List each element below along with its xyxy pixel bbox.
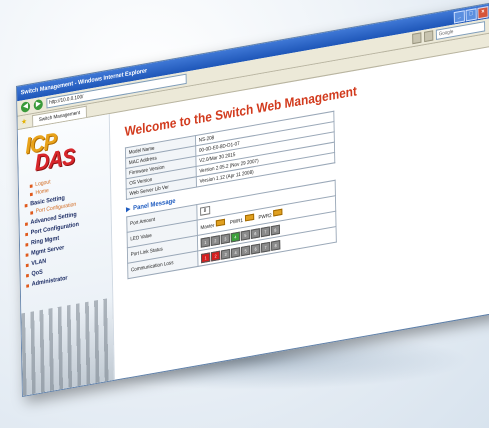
port-indicator: 3 xyxy=(220,232,230,244)
menu-bullet-icon xyxy=(26,283,30,288)
port-indicator: 7 xyxy=(260,225,270,237)
port-indicator: 5 xyxy=(240,229,250,241)
led-light-icon xyxy=(244,213,254,222)
menu-bullet-icon xyxy=(25,232,29,236)
logo-text-das: DAS xyxy=(34,142,75,176)
menu-bullet-icon xyxy=(25,221,28,226)
port-indicator: 3 xyxy=(220,248,231,260)
menu-bullet-icon xyxy=(26,273,29,277)
building-illustration xyxy=(21,297,114,396)
port-indicator: 5 xyxy=(241,244,251,256)
port-indicator: 2 xyxy=(210,250,221,261)
sidebar-item-label: Home xyxy=(35,187,49,197)
refresh-icon[interactable] xyxy=(412,32,422,45)
led-label: PWR2 xyxy=(258,212,272,222)
company-logo: ICP DAS xyxy=(25,127,82,176)
led-indicator: Master xyxy=(200,218,226,232)
led-label: Master xyxy=(200,222,215,232)
section-arrow-icon: ▶ xyxy=(126,206,131,214)
scene: Switch Management - Windows Internet Exp… xyxy=(0,0,489,428)
menu-bullet-icon xyxy=(29,192,33,196)
menu-bullet-icon xyxy=(30,210,34,215)
back-arrow-icon[interactable]: ◀ xyxy=(20,101,31,114)
sidebar-menu: Logout Home Basic Setting Port Configuratio… xyxy=(19,168,112,291)
menu-bullet-icon xyxy=(25,242,29,247)
stop-icon[interactable] xyxy=(424,30,434,43)
sidebar-item-label: QoS xyxy=(31,269,43,278)
port-indicator: 4 xyxy=(230,246,241,258)
menu-bullet-icon xyxy=(25,263,29,267)
port-indicator: 8 xyxy=(271,239,281,251)
port-amount-value: 8 xyxy=(200,205,211,216)
led-light-icon xyxy=(216,218,226,227)
port-indicator: 6 xyxy=(250,227,260,239)
sidebar-item-label: VLAN xyxy=(31,258,47,268)
port-indicator: 6 xyxy=(251,243,261,254)
sidebar: ICP DAS Logout Home Basic Setting Port Conf… xyxy=(17,113,115,396)
port-indicator: 1 xyxy=(200,236,210,248)
port-indicator: 2 xyxy=(210,234,220,246)
led-light-icon xyxy=(273,208,283,217)
led-label: PWR1 xyxy=(229,217,244,227)
minimize-button[interactable]: _ xyxy=(453,9,465,23)
port-indicator: 7 xyxy=(261,241,271,253)
maximize-button[interactable]: □ xyxy=(465,7,477,21)
favorites-star-icon[interactable]: ★ xyxy=(21,117,27,126)
menu-bullet-icon xyxy=(29,183,33,188)
close-button[interactable]: × xyxy=(477,5,489,19)
port-indicator: 8 xyxy=(270,224,281,235)
led-indicator: PWR2 xyxy=(258,208,283,222)
port-indicator: 4 xyxy=(230,231,240,243)
menu-bullet-icon xyxy=(25,252,29,257)
port-indicator: 1 xyxy=(200,251,211,263)
forward-arrow-icon[interactable]: ▶ xyxy=(33,98,43,111)
led-indicator: PWR1 xyxy=(229,213,254,227)
menu-bullet-icon xyxy=(24,203,28,207)
